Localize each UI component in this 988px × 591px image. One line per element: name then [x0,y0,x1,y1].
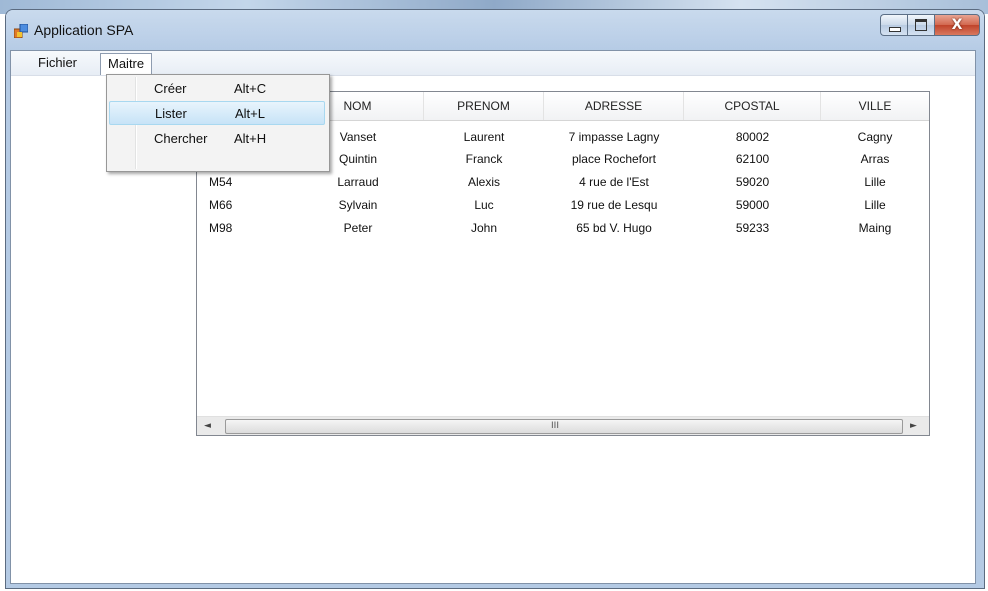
cell-prenom: Alexis [467,175,500,189]
maximize-icon [915,19,927,31]
cell-prenom: Luc [474,198,494,212]
cell-cpostal: 59020 [735,175,770,189]
menu-item-label: Lister [155,106,187,121]
cell-adresse: 19 rue de Lesqu [570,198,658,212]
cell-cpostal: 80002 [735,130,770,144]
cell-id: M66 [209,198,233,212]
app-icon [14,24,28,38]
menu-item-creer[interactable]: Créer Alt+C [109,77,325,101]
maitre-dropdown-menu: Créer Alt+C Lister Alt+L Chercher Alt+H [106,74,330,172]
cell-adresse: 4 rue de l'Est [579,175,649,189]
column-header-prenom[interactable]: PRENOM [424,92,544,120]
cell-id: M98 [209,221,233,235]
table-row[interactable]: M66 Sylvain Luc 19 rue de Lesqu 59000 Li… [197,194,929,217]
cell-adresse: 65 bd V. Hugo [576,221,652,235]
column-header-adresse[interactable]: ADRESSE [544,92,684,120]
cell-nom: Sylvain [338,198,378,212]
app-window: Application SPA X Fichier Maitre NOM PRE… [6,10,984,588]
cell-prenom: Laurent [463,130,505,144]
cell-cpostal: 62100 [735,152,770,166]
cell-prenom: John [470,221,498,235]
menu-item-shortcut: Alt+L [235,106,265,121]
menu-fichier[interactable]: Fichier [31,53,84,73]
cell-nom: Peter [343,221,373,235]
table-row[interactable]: M54 Larraud Alexis 4 rue de l'Est 59020 … [197,171,929,194]
menu-item-shortcut: Alt+H [234,131,267,146]
close-button[interactable]: X [934,14,980,36]
cell-ville: Cagny [857,130,893,144]
cell-prenom: Franck [465,152,503,166]
menu-item-chercher[interactable]: Chercher Alt+H [109,127,325,151]
cell-adresse: place Rochefort [571,152,657,166]
scroll-right-icon[interactable]: ► [905,417,922,435]
cell-ville: Lille [864,198,886,212]
menu-bar: Fichier Maitre [11,51,975,76]
window-controls: X [880,14,980,36]
scroll-left-icon[interactable]: ◄ [199,417,216,435]
title-bar[interactable]: Application SPA X [6,10,984,50]
table-row[interactable]: M98 Peter John 65 bd V. Hugo 59233 Maing [197,217,929,240]
cell-adresse: 7 impasse Lagny [568,130,660,144]
menu-item-lister[interactable]: Lister Alt+L [109,101,325,125]
minimize-button[interactable] [880,14,907,36]
cell-nom: Larraud [337,175,379,189]
menu-item-label: Créer [154,81,187,96]
cell-cpostal: 59233 [735,221,770,235]
column-header-cpostal[interactable]: CPOSTAL [684,92,821,120]
close-icon: X [951,17,963,33]
maximize-button[interactable] [907,14,934,36]
menu-maitre[interactable]: Maitre [100,53,153,75]
cell-id: M54 [209,175,233,189]
cell-ville: Maing [858,221,892,235]
cell-ville: Lille [864,175,886,189]
client-area: Fichier Maitre NOM PRENOM ADRESSE CPOSTA… [10,50,976,584]
menu-item-shortcut: Alt+C [234,81,267,96]
minimize-icon [889,27,901,32]
cell-ville: Arras [860,152,890,166]
column-header-ville[interactable]: VILLE [821,92,929,120]
window-title: Application SPA [34,22,134,38]
horizontal-scrollbar[interactable]: ◄ III ► [197,416,929,435]
menu-item-label: Chercher [154,131,208,146]
scrollbar-grip-icon: III [551,421,559,431]
cell-cpostal: 59000 [735,198,770,212]
scrollbar-thumb[interactable]: III [225,419,903,434]
